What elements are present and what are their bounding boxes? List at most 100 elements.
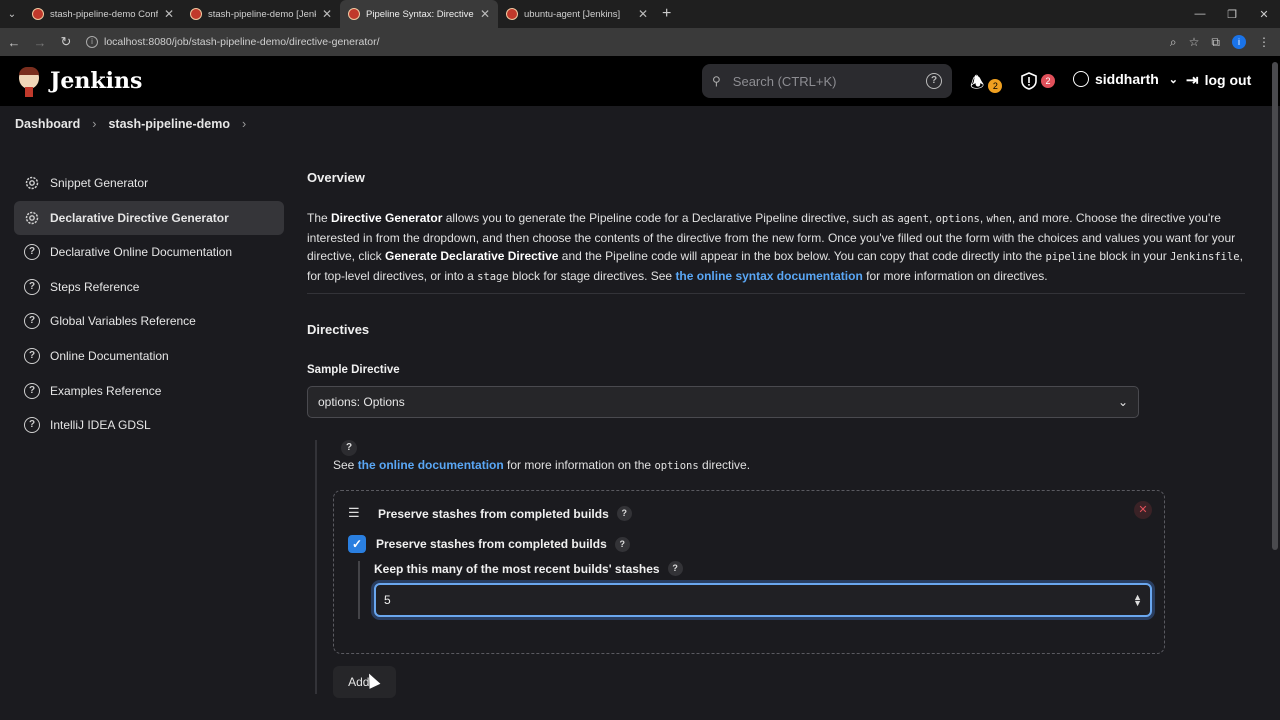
url-field[interactable]: i localhost:8080/job/stash-pipeline-demo… <box>86 36 1170 48</box>
breadcrumb-separator-icon[interactable]: › <box>242 117 246 131</box>
preserve-stashes-option-card: ☰ Preserve stashes from completed builds… <box>333 490 1165 654</box>
sidebar-item-intellij-idea-gdsl[interactable]: ? IntelliJ IDEA GDSL <box>14 408 284 442</box>
notifications-button[interactable]: 🕭 2 <box>970 72 1003 99</box>
sidebar-item-label: Global Variables Reference <box>50 314 196 329</box>
profile-avatar-icon[interactable]: i <box>1232 35 1246 49</box>
help-icon: ? <box>24 244 40 261</box>
sidebar-item-snippet-generator[interactable]: Snippet Generator <box>14 166 284 200</box>
bookmark-star-icon[interactable]: ☆ <box>1189 35 1200 49</box>
close-tab-icon[interactable]: ✕ <box>480 7 490 21</box>
jenkins-butler-icon <box>16 65 42 97</box>
logout-icon: ⇥ <box>1186 72 1199 89</box>
close-tab-icon[interactable]: ✕ <box>638 7 648 21</box>
help-icon: ? <box>24 278 40 295</box>
address-bar-row: ← → ↻ i localhost:8080/job/stash-pipelin… <box>0 28 1280 56</box>
user-icon <box>1073 71 1089 87</box>
breadcrumb-separator-icon: › <box>92 117 97 131</box>
sidebar-item-label: Steps Reference <box>50 279 140 294</box>
sidebar-item-label: Declarative Directive Generator <box>50 210 229 225</box>
nested-indent-line <box>358 561 360 619</box>
restore-icon[interactable]: ❐ <box>1216 8 1248 21</box>
browser-menu-icon[interactable]: ⋮ <box>1258 35 1270 49</box>
zoom-icon[interactable]: ⌕ <box>1170 35 1177 50</box>
sample-directive-select[interactable]: options: Options ⌄ <box>307 386 1139 418</box>
section-indent-line <box>315 440 317 694</box>
shield-icon <box>1021 72 1037 90</box>
browser-tab-1[interactable]: stash-pipeline-demo Config [Je ✕ <box>24 0 182 28</box>
browser-tab-4[interactable]: ubuntu-agent [Jenkins] ✕ <box>498 0 656 28</box>
directives-heading: Directives <box>307 322 370 337</box>
drag-handle-icon[interactable]: ☰ <box>348 505 360 521</box>
search-input[interactable]: Search (CTRL+K) <box>733 74 926 89</box>
sample-directive-value: options: Options <box>318 395 405 409</box>
sidebar-item-label: Examples Reference <box>50 383 162 398</box>
sidebar-item-online-documentation[interactable]: ? Online Documentation <box>14 339 284 373</box>
site-info-icon[interactable]: i <box>86 36 98 48</box>
search-box[interactable]: ⚲ Search (CTRL+K) ? <box>702 64 952 98</box>
close-window-icon[interactable]: ✕ <box>1248 8 1280 21</box>
jenkins-favicon-icon <box>348 8 360 20</box>
browser-tab-3[interactable]: Pipeline Syntax: Directive Gene ✕ <box>340 0 498 28</box>
sidebar-item-examples-reference[interactable]: ? Examples Reference <box>14 374 284 408</box>
sample-directive-label: Sample Directive <box>307 364 400 376</box>
online-documentation-link[interactable]: the online documentation <box>358 458 504 472</box>
help-icon[interactable]: ? <box>341 440 357 456</box>
sidebar-item-label: IntelliJ IDEA GDSL <box>50 418 151 433</box>
jenkins-header: Jenkins ⚲ Search (CTRL+K) ? 🕭 2 2 siddha… <box>0 56 1280 106</box>
preserve-stashes-checkbox-row[interactable]: ✓ Preserve stashes from completed builds… <box>348 535 630 553</box>
breadcrumb: Dashboard › stash-pipeline-demo › <box>0 106 1280 142</box>
help-icon[interactable]: ? <box>614 536 630 552</box>
search-help-icon[interactable]: ? <box>926 73 942 89</box>
jenkins-logo[interactable]: Jenkins <box>16 65 142 97</box>
number-spinner-icon[interactable]: ▲ ▼ <box>1133 593 1142 608</box>
overview-paragraph: The Directive Generator allows you to ge… <box>307 211 1243 283</box>
reload-icon[interactable]: ↻ <box>54 34 78 50</box>
keep-builds-value: 5 <box>384 593 391 607</box>
minimize-icon[interactable]: — <box>1184 8 1216 20</box>
card-title: Preserve stashes from completed builds ? <box>378 506 632 521</box>
tab-search-icon[interactable]: ⌄ <box>0 0 24 28</box>
browser-tab-2[interactable]: stash-pipeline-demo [Jenkins] ✕ <box>182 0 340 28</box>
user-menu[interactable]: siddharth ⌄ <box>1073 71 1178 87</box>
preserve-stashes-checkbox[interactable]: ✓ <box>348 535 366 553</box>
search-icon: ⚲ <box>712 74 721 88</box>
sidebar-item-label: Declarative Online Documentation <box>50 245 233 260</box>
divider <box>307 293 1245 294</box>
help-icon[interactable]: ? <box>667 561 683 576</box>
add-option-button[interactable]: Add ⌄ <box>333 666 396 698</box>
help-icon: ? <box>24 382 40 399</box>
extensions-icon[interactable]: ⧉ <box>1211 35 1220 50</box>
chevron-down-icon: ⌄ <box>1117 395 1128 409</box>
sidebar-item-declarative-online-documentation[interactable]: ? Declarative Online Documentation <box>14 235 284 269</box>
help-icon[interactable]: ? <box>616 506 632 521</box>
sidebar-item-declarative-directive-generator[interactable]: Declarative Directive Generator <box>14 200 284 235</box>
logout-label: log out <box>1204 72 1252 88</box>
help-icon: ? <box>24 347 40 364</box>
sidebar-item-global-variables-reference[interactable]: ? Global Variables Reference <box>14 304 284 338</box>
bell-icon: 🕭 <box>970 75 985 92</box>
forward-icon[interactable]: → <box>28 35 52 50</box>
security-button[interactable]: 2 <box>1021 72 1055 90</box>
breadcrumb-dashboard[interactable]: Dashboard <box>15 117 80 131</box>
close-tab-icon[interactable]: ✕ <box>164 7 174 21</box>
chevron-down-icon: ⌄ <box>1168 73 1178 86</box>
new-tab-icon[interactable]: + <box>662 5 671 23</box>
help-icon: ? <box>24 417 40 434</box>
keep-builds-number-input[interactable]: 5 ▲ ▼ <box>374 583 1152 617</box>
help-icon: ? <box>24 313 40 330</box>
overview-heading: Overview <box>307 170 365 185</box>
online-syntax-documentation-link[interactable]: the online syntax documentation <box>675 269 862 283</box>
sidebar-item-steps-reference[interactable]: ? Steps Reference <box>14 270 284 304</box>
back-icon[interactable]: ← <box>2 35 26 50</box>
tab-title: ubuntu-agent [Jenkins] <box>524 8 621 20</box>
delete-option-icon[interactable]: ✕ <box>1134 501 1152 519</box>
page-scrollbar[interactable] <box>1272 62 1278 550</box>
logout-button[interactable]: ⇥ log out <box>1186 71 1251 89</box>
keep-builds-label: Keep this many of the most recent builds… <box>374 561 683 576</box>
checkbox-label: Preserve stashes from completed builds <box>376 537 607 551</box>
close-tab-icon[interactable]: ✕ <box>322 7 332 21</box>
gear-icon <box>23 209 41 227</box>
breadcrumb-job[interactable]: stash-pipeline-demo <box>108 117 230 131</box>
gear-icon <box>23 174 41 192</box>
tab-title: stash-pipeline-demo [Jenkins] <box>208 8 316 20</box>
